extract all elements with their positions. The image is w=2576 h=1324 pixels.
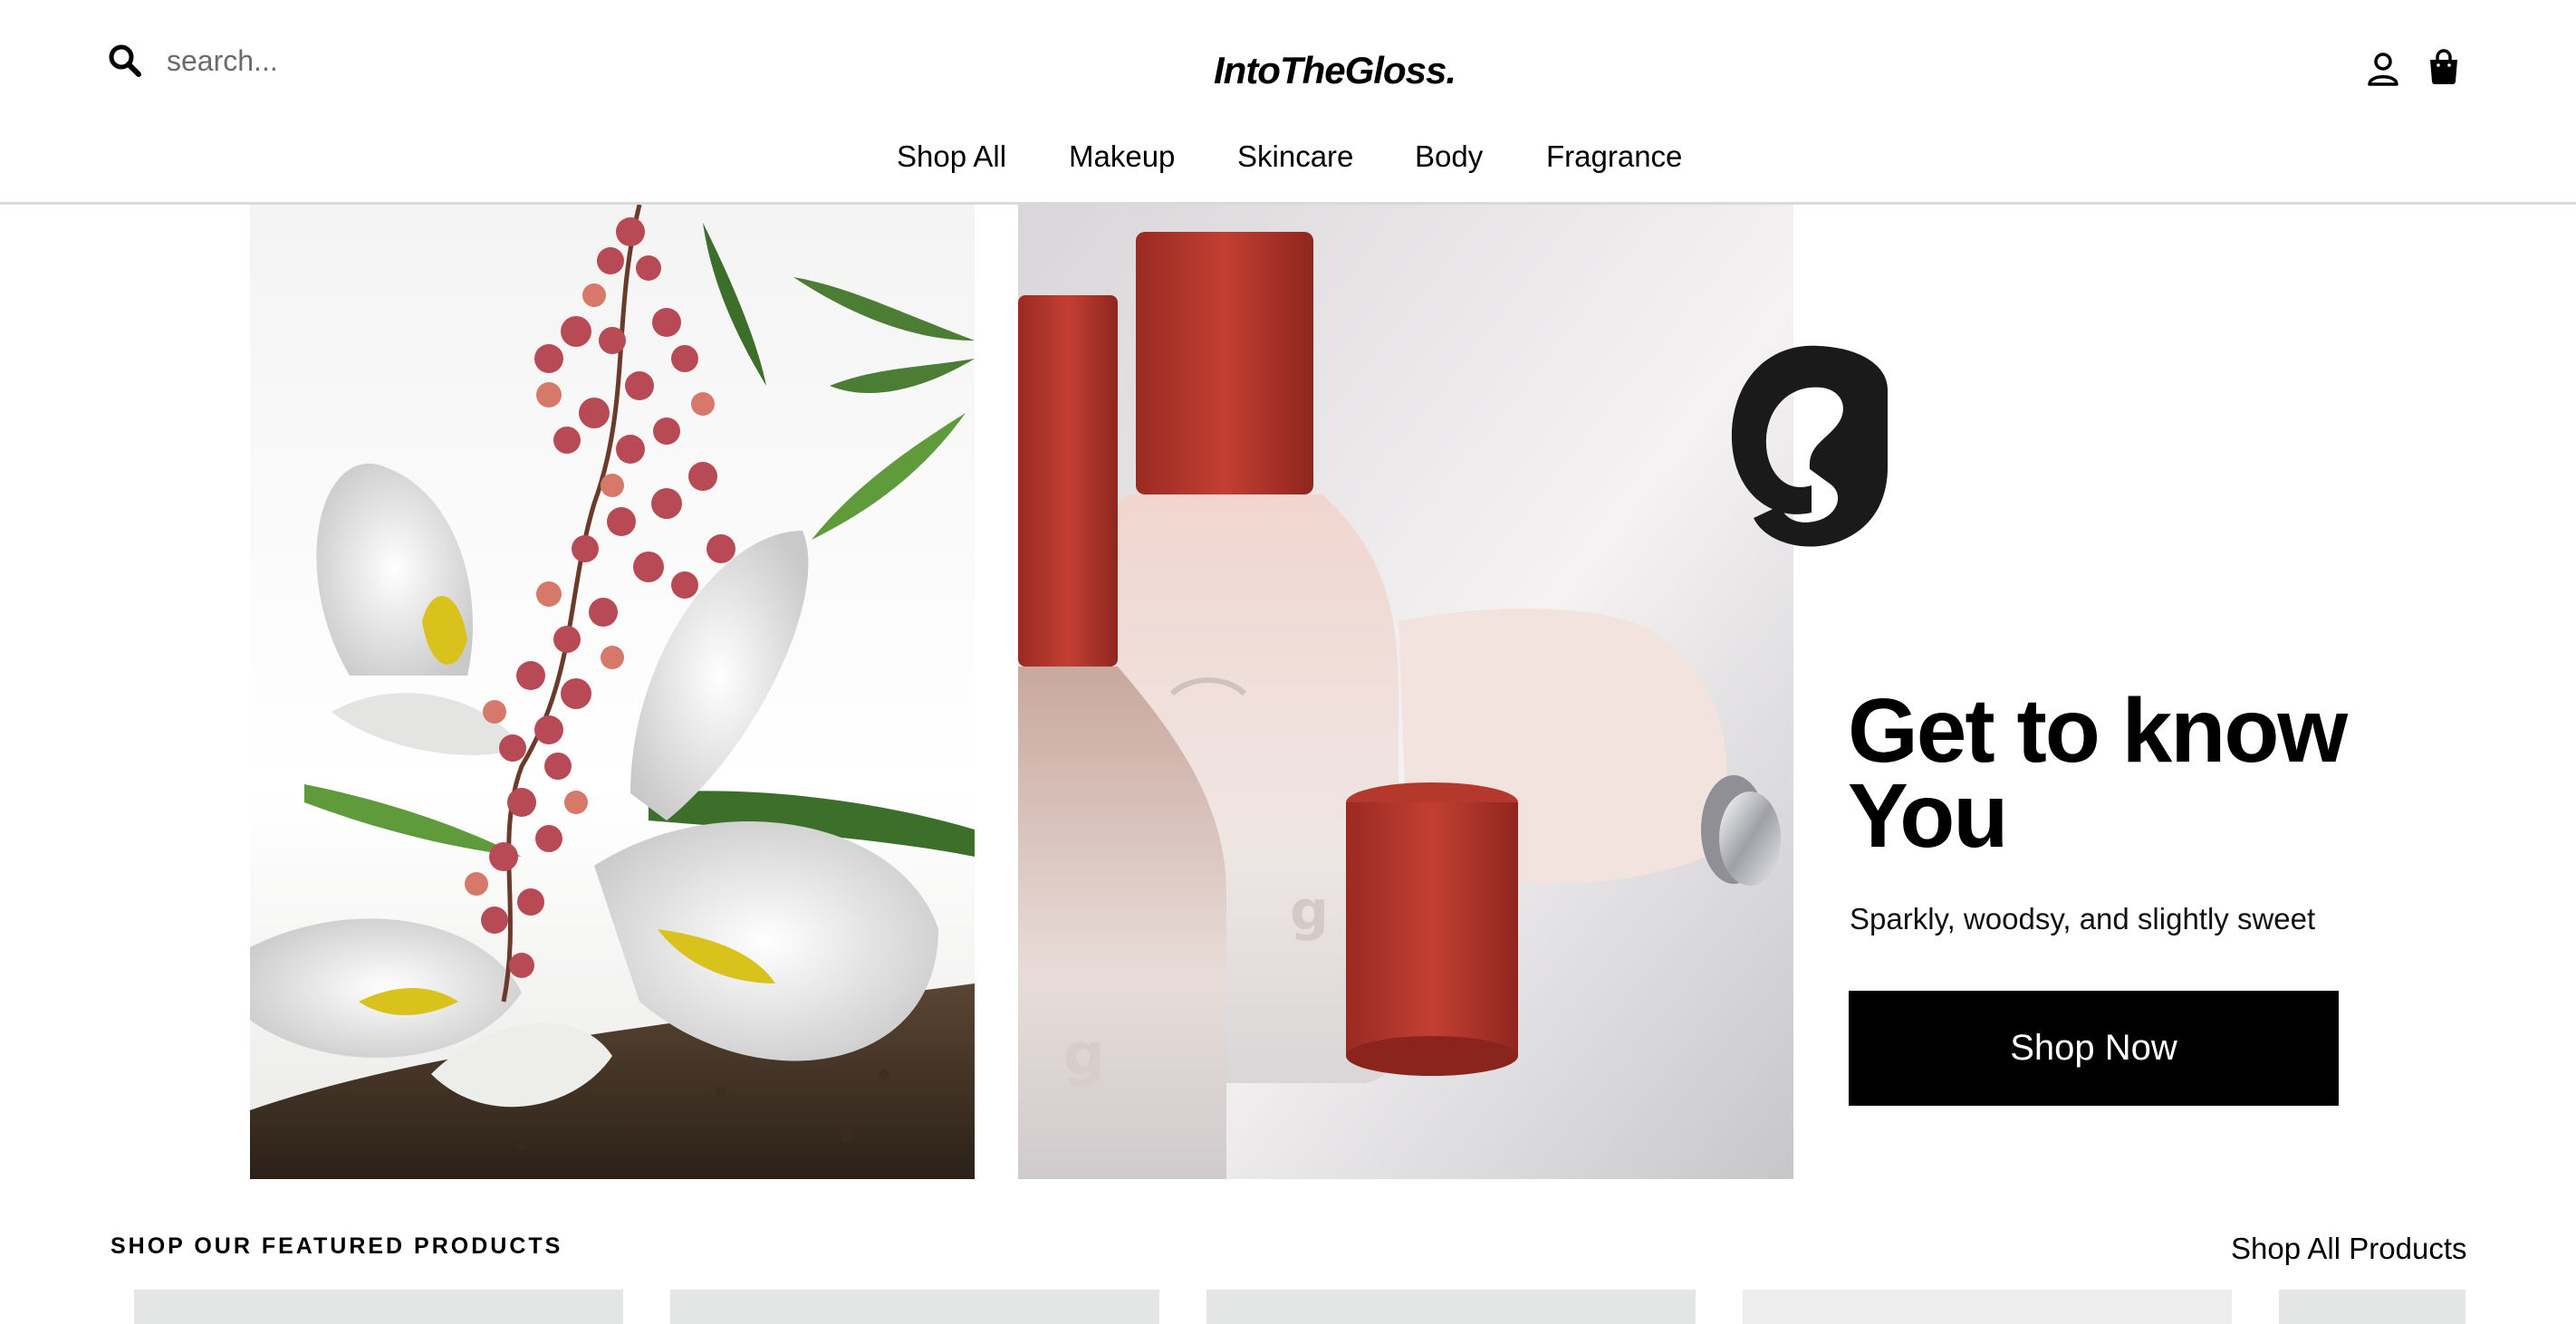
hero-title: Get to know You bbox=[1848, 680, 2348, 867]
search-bar[interactable] bbox=[107, 38, 493, 83]
nav-makeup[interactable]: Makeup bbox=[1069, 139, 1175, 174]
perfume-bottles-image: g g bbox=[1018, 205, 1793, 1179]
shop-now-button[interactable]: Shop Now bbox=[1849, 991, 2339, 1106]
nav-fragrance[interactable]: Fragrance bbox=[1546, 139, 1682, 174]
product-card[interactable] bbox=[1743, 1290, 2232, 1324]
svg-text:g: g bbox=[1063, 1022, 1105, 1089]
svg-text:g: g bbox=[1290, 879, 1329, 943]
glossier-g-icon bbox=[1731, 345, 1888, 547]
site-logo[interactable]: IntoTheGloss. bbox=[1214, 49, 1456, 92]
nav-body[interactable]: Body bbox=[1415, 139, 1483, 174]
nav-skincare[interactable]: Skincare bbox=[1237, 139, 1353, 174]
product-card[interactable] bbox=[1206, 1290, 1696, 1324]
product-card[interactable] bbox=[2279, 1290, 2465, 1324]
account-icon[interactable] bbox=[2366, 51, 2400, 87]
shop-all-products-link[interactable]: Shop All Products bbox=[2231, 1232, 2467, 1266]
nav-shop-all[interactable]: Shop All bbox=[897, 139, 1006, 174]
search-icon[interactable] bbox=[107, 43, 143, 79]
site-header: IntoTheGloss. Shop All Makeup Skincare B… bbox=[0, 0, 2576, 205]
search-input[interactable] bbox=[167, 43, 493, 78]
shopping-bag-icon[interactable] bbox=[2427, 49, 2460, 85]
hero-subtitle: Sparkly, woodsy, and slightly sweet bbox=[1850, 902, 2316, 935]
product-card[interactable] bbox=[670, 1290, 1159, 1324]
product-card[interactable] bbox=[134, 1290, 623, 1324]
flower-branch-image bbox=[250, 205, 975, 1179]
featured-heading: SHOP OUR FEATURED PRODUCTS bbox=[111, 1233, 563, 1259]
